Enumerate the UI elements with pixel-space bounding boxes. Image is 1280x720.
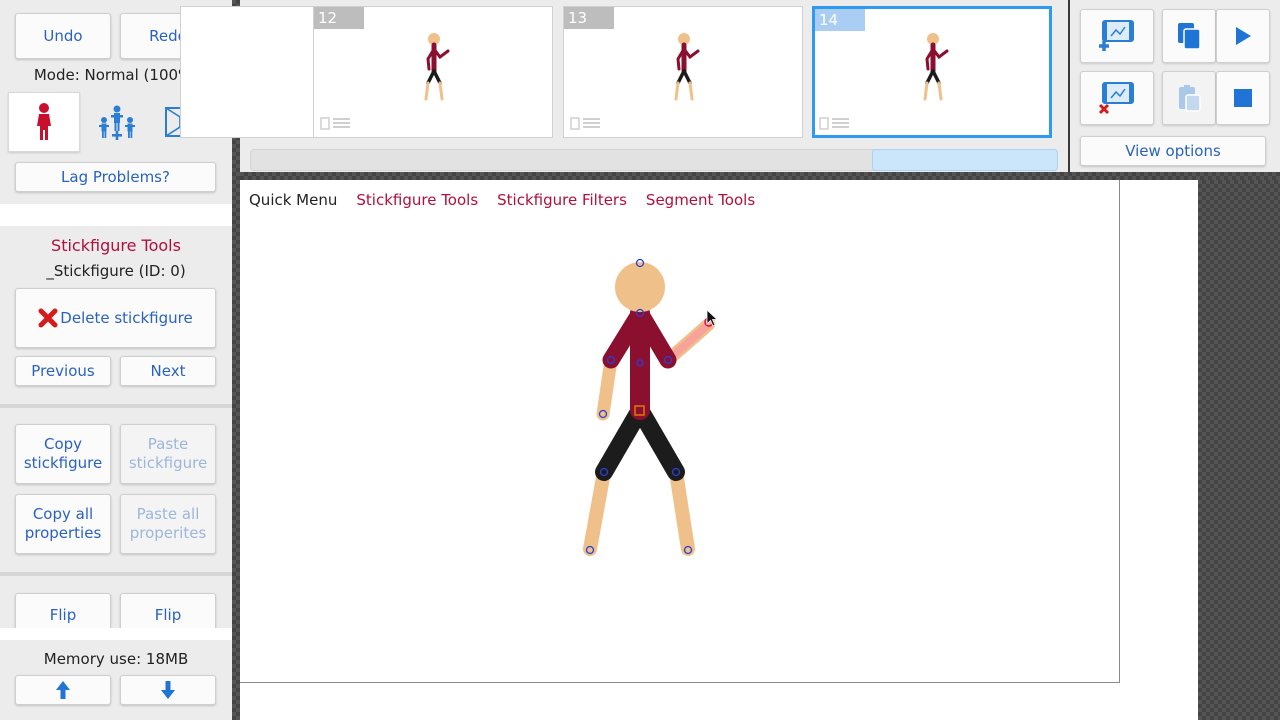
copy-stickfigure-button[interactable]: Copy stickfigure xyxy=(15,424,111,484)
timeline-scrollbar-thumb[interactable] xyxy=(872,149,1058,171)
paste-all-line1: Paste all xyxy=(136,505,200,523)
paste-stickfigure-line2: stickfigure xyxy=(128,454,208,472)
add-frame-icon xyxy=(1099,20,1134,51)
view-options-button[interactable]: View options xyxy=(1080,136,1266,166)
flip-horizontal-button[interactable]: Flip xyxy=(15,593,111,628)
frame-stickfigure-thumbnail xyxy=(923,33,949,101)
section-title: Stickfigure Tools xyxy=(51,236,181,255)
frame-copy-icon xyxy=(819,117,849,130)
memory-use-text: Memory use: 18MB xyxy=(43,650,189,668)
previous-button[interactable]: Previous xyxy=(15,356,111,386)
frame-number: 12 xyxy=(314,7,364,29)
frame-stickfigure-thumbnail xyxy=(674,33,700,101)
stop-icon xyxy=(1234,89,1252,107)
stickfigure-mode-icon xyxy=(37,103,51,140)
tab-group-mode[interactable] xyxy=(82,92,152,152)
move-up-button[interactable] xyxy=(15,675,111,705)
flip-buttons-clip: Flip Flip xyxy=(0,576,232,628)
divider xyxy=(0,404,232,408)
play-button[interactable] xyxy=(1216,9,1270,63)
canvas-offstage xyxy=(1198,180,1280,720)
frame-number: 14 xyxy=(815,9,865,31)
quick-menu-segment-tools[interactable]: Segment Tools xyxy=(646,191,755,209)
frame-copy-icon xyxy=(570,117,600,130)
copy-frame-icon xyxy=(1178,23,1201,50)
copy-stickfigure-line2: stickfigure xyxy=(23,454,103,472)
frame-thumbnail-12[interactable]: 12 xyxy=(313,6,553,138)
quick-menu-stickfigure-tools[interactable]: Stickfigure Tools xyxy=(356,191,478,209)
stickfigure-head[interactable] xyxy=(615,262,665,312)
tab-stickfigure-mode[interactable] xyxy=(8,92,80,152)
next-button[interactable]: Next xyxy=(120,356,216,386)
panel-gap xyxy=(240,172,1280,180)
move-down-button[interactable] xyxy=(120,675,216,705)
copy-all-line2: properties xyxy=(24,524,102,542)
quick-menu-stickfigure-filters[interactable]: Stickfigure Filters xyxy=(497,191,627,209)
frame-number: 13 xyxy=(564,7,614,29)
right-thigh[interactable] xyxy=(631,401,685,481)
left-thigh[interactable] xyxy=(595,401,649,481)
frame-thumbnail-14-selected[interactable]: 14 xyxy=(812,6,1052,138)
paste-stickfigure-line1: Paste xyxy=(147,435,189,453)
frame-copy-icon xyxy=(320,117,350,130)
delete-stickfigure-label: Delete stickfigure xyxy=(60,308,193,327)
stickfigure-name: _Stickfigure (ID: 0) xyxy=(46,262,186,280)
left-shin[interactable] xyxy=(583,465,611,556)
delete-frame-button[interactable] xyxy=(1080,71,1154,125)
divider xyxy=(0,628,232,640)
paste-frame-icon xyxy=(1179,85,1201,112)
divider xyxy=(0,204,232,226)
copy-all-line1: Copy all xyxy=(32,505,94,523)
paste-all-properties-button[interactable]: Paste all properites xyxy=(120,494,216,554)
paste-all-line2: properites xyxy=(129,524,207,542)
play-icon xyxy=(1236,27,1251,45)
red-x-icon xyxy=(38,308,58,328)
lag-problems-button[interactable]: Lag Problems? xyxy=(15,162,216,192)
delete-stickfigure-button[interactable]: Delete stickfigure xyxy=(15,288,216,348)
down-arrow-icon xyxy=(161,681,175,699)
stickfigure[interactable] xyxy=(560,240,740,570)
group-mode-icon xyxy=(99,105,135,140)
frame-timeline: 12 13 14 xyxy=(180,0,1068,172)
copy-stickfigure-line1: Copy xyxy=(43,435,83,453)
frame-thumbnail-13[interactable]: 13 xyxy=(563,6,803,138)
quick-menu-title: Quick Menu xyxy=(249,191,338,209)
copy-all-properties-button[interactable]: Copy all properties xyxy=(15,494,111,554)
paste-stickfigure-button[interactable]: Paste stickfigure xyxy=(120,424,216,484)
flip-vertical-button[interactable]: Flip xyxy=(120,593,216,628)
right-shin[interactable] xyxy=(669,465,695,556)
quick-menu: Quick Menu Stickfigure Tools Stickfigure… xyxy=(249,191,755,209)
paste-frame-button[interactable] xyxy=(1162,71,1216,125)
frame-stickfigure-thumbnail xyxy=(424,33,450,101)
frame-controls-panel: View options xyxy=(1070,0,1280,172)
stop-button[interactable] xyxy=(1216,71,1270,125)
undo-button[interactable]: Undo xyxy=(15,13,111,59)
up-arrow-icon xyxy=(56,681,70,699)
copy-frame-button[interactable] xyxy=(1162,9,1216,63)
add-frame-button[interactable] xyxy=(1080,9,1154,63)
delete-frame-icon xyxy=(1098,82,1134,115)
